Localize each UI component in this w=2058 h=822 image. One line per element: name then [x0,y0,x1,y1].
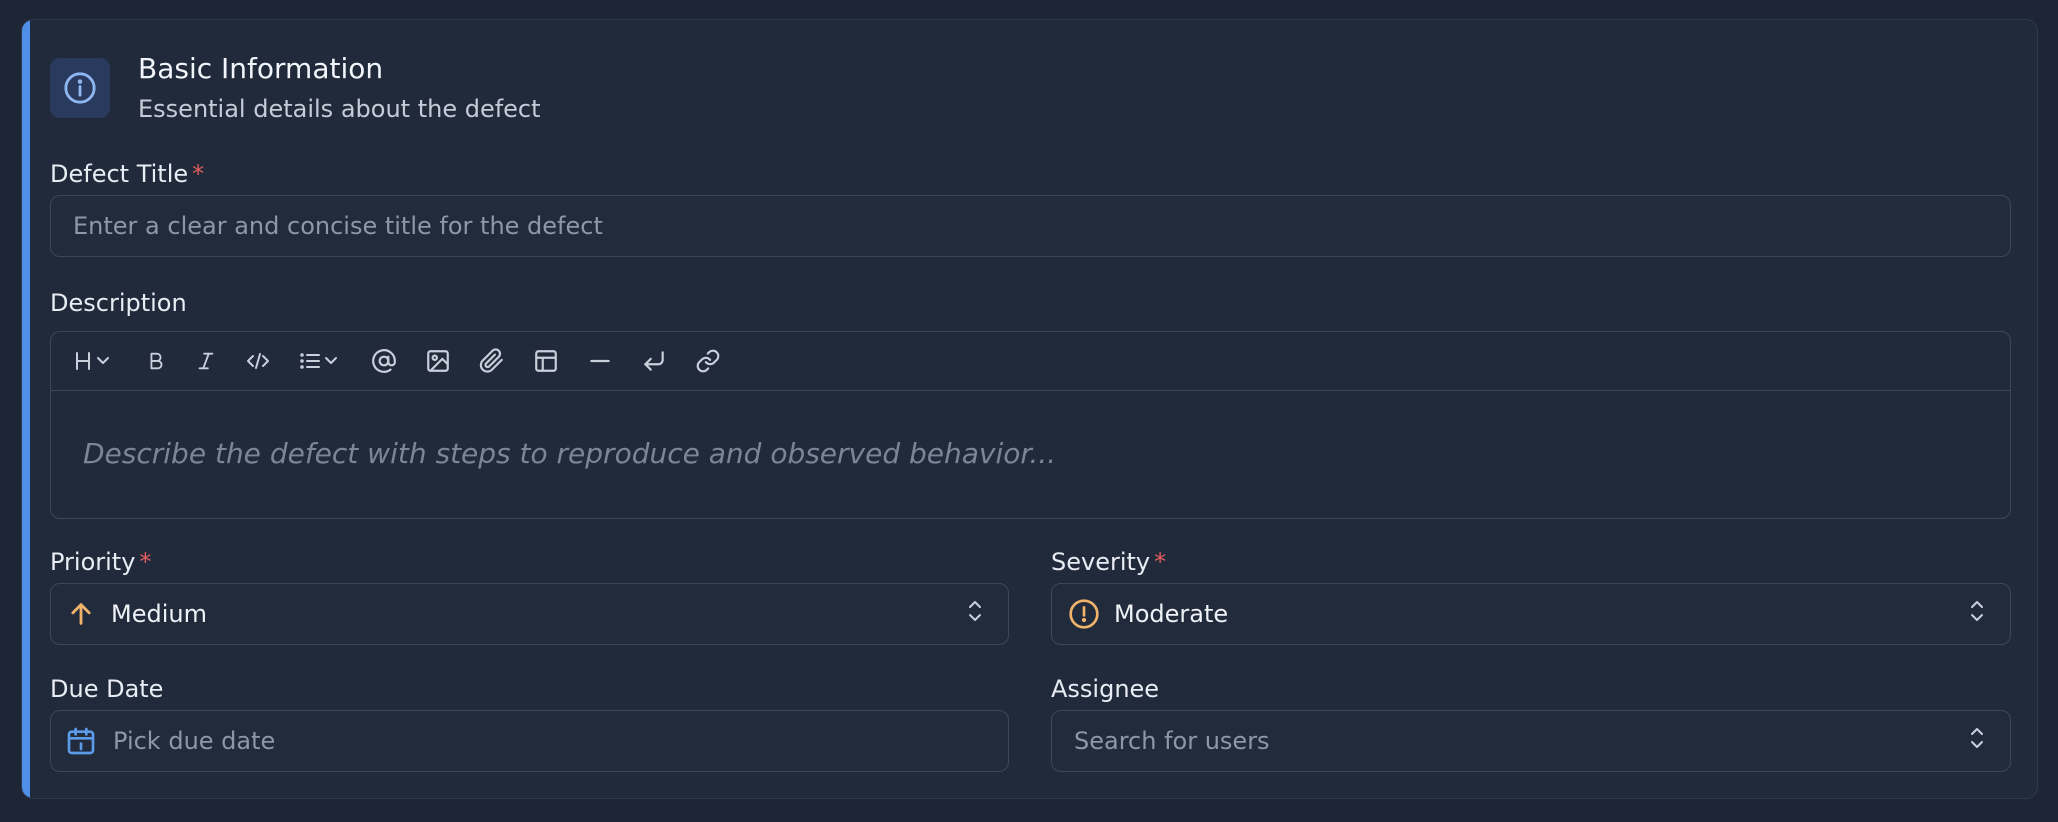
required-mark: * [1154,548,1167,576]
required-mark: * [192,160,205,188]
priority-value: Medium [111,600,207,628]
mention-icon[interactable] [371,341,397,381]
defect-title-input[interactable]: Enter a clear and concise title for the … [50,195,2011,257]
italic-icon[interactable] [195,341,217,381]
chevron-up-down-icon [1968,598,1986,630]
image-icon[interactable] [425,341,451,381]
arrow-up-icon [67,600,95,628]
defect-title-placeholder: Enter a clear and concise title for the … [73,212,603,240]
description-placeholder: Describe the defect with steps to reprod… [83,437,1057,470]
table-icon[interactable] [533,341,559,381]
due-date-placeholder: Pick due date [113,727,276,755]
chevron-up-down-icon [966,598,984,630]
severity-label-text: Severity [1051,548,1151,576]
assignee-select[interactable]: Search for users [1051,710,2011,772]
assignee-label: Assignee [1051,675,1160,703]
description-editor[interactable]: Describe the defect with steps to reprod… [50,331,2011,519]
basic-information-card: Basic Information Essential details abou… [21,19,2038,799]
horizontal-rule-icon[interactable] [587,341,613,381]
section-subtitle: Essential details about the defect [138,95,541,123]
assignee-placeholder: Search for users [1074,727,1270,755]
severity-select[interactable]: Moderate [1051,583,2011,645]
due-date-picker[interactable]: Pick due date [50,710,1009,772]
chevron-up-down-icon [1968,725,1986,757]
heading-dropdown-button[interactable] [73,341,117,381]
priority-label-text: Priority [50,548,136,576]
required-mark: * [139,548,152,576]
due-date-label: Due Date [50,675,164,703]
severity-label: Severity * [1051,548,1166,576]
list-dropdown-button[interactable] [299,341,343,381]
link-icon[interactable] [695,341,721,381]
alert-circle-icon [1068,598,1100,630]
defect-title-label: Defect Title * [50,160,204,188]
priority-select[interactable]: Medium [50,583,1009,645]
accent-bar [22,20,30,798]
calendar-icon [65,725,97,757]
section-title: Basic Information [138,52,384,85]
bold-icon[interactable] [145,341,167,381]
editor-toolbar [51,332,2010,391]
hard-break-icon[interactable] [641,341,667,381]
severity-value: Moderate [1114,600,1229,628]
priority-label: Priority * [50,548,151,576]
code-icon[interactable] [245,341,271,381]
description-label: Description [50,289,187,317]
defect-title-label-text: Defect Title [50,160,189,188]
attachment-icon[interactable] [479,341,505,381]
info-icon [50,58,110,118]
